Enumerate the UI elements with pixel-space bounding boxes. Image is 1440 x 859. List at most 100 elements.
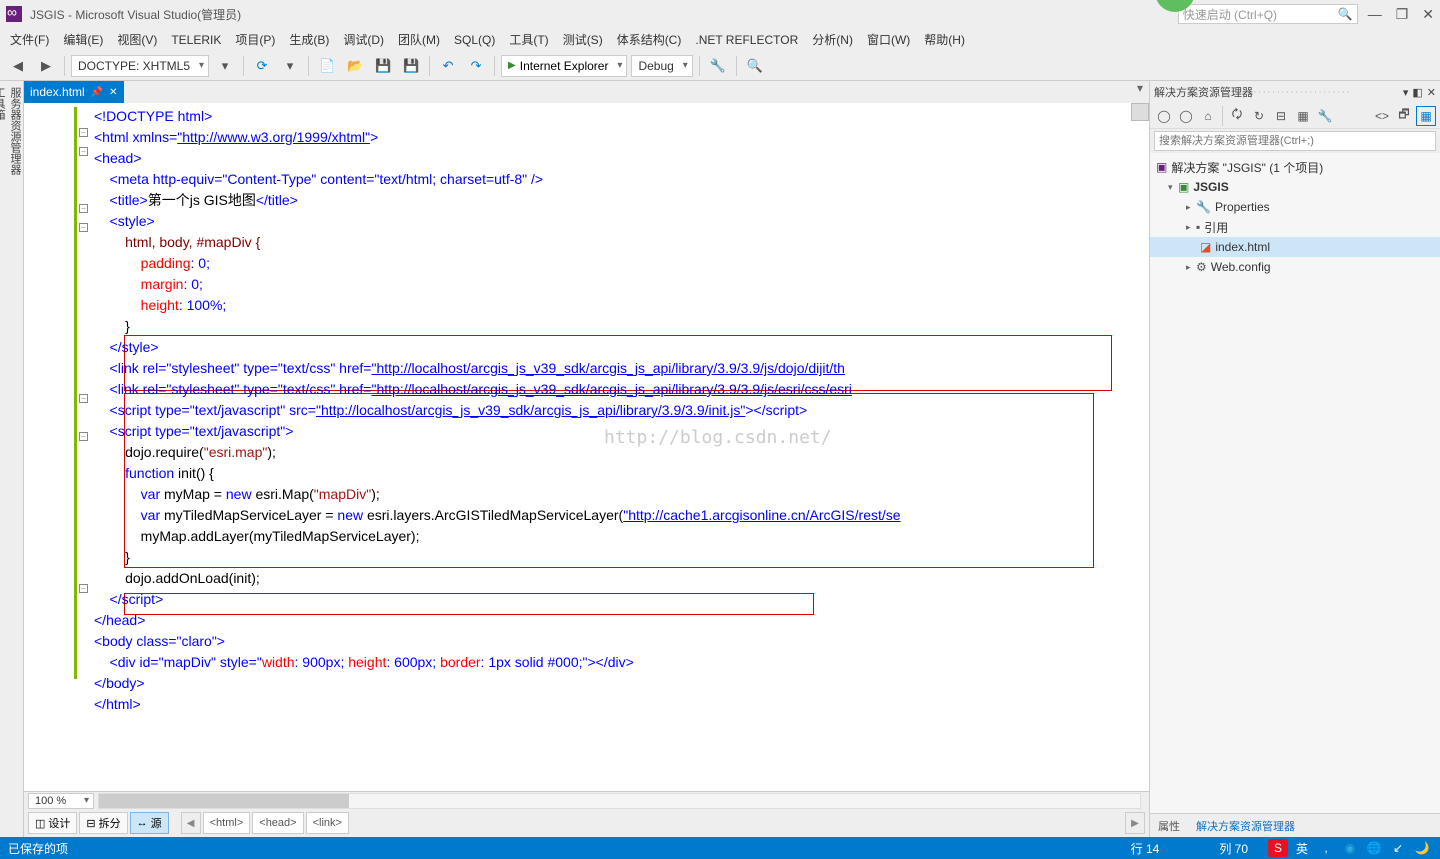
stop-button[interactable]: ▾	[278, 55, 302, 77]
status-line: 行 14	[1131, 840, 1160, 857]
source-view-button[interactable]: ↔ 源	[130, 812, 169, 834]
start-debug-button[interactable]: Internet Explorer	[501, 55, 627, 77]
search-icon: 🔍	[1338, 7, 1353, 21]
tool-a-button[interactable]: 🔧	[706, 55, 730, 77]
tray-icon-e[interactable]: 🌙	[1412, 839, 1432, 857]
menu-project[interactable]: 项目(P)	[235, 31, 275, 48]
menu-test[interactable]: 测试(S)	[563, 31, 603, 48]
pin-icon[interactable]: 📌	[91, 87, 103, 98]
project-node[interactable]: ▾▣JSGIS	[1150, 177, 1440, 197]
save-button[interactable]: 💾	[371, 55, 395, 77]
menu-tools[interactable]: 工具(T)	[509, 31, 548, 48]
panel-pin-button[interactable]: ◧	[1412, 86, 1422, 99]
code-content[interactable]: <!DOCTYPE html> <html xmlns="http://www.…	[24, 103, 1149, 791]
menu-architecture[interactable]: 体系结构(C)	[617, 31, 682, 48]
system-tray: S 英 , ◉ 🌐 ↙ 🌙	[1268, 839, 1432, 857]
breadcrumb-nav-right[interactable]: ▶	[1125, 812, 1145, 834]
toolbar: ◀ ▶ DOCTYPE: XHTML5 ▾ ⟳ ▾ 📄 📂 💾 💾 ↶ ↷ In…	[0, 51, 1440, 81]
tray-icon-a[interactable]: ,	[1316, 839, 1336, 857]
home-icon[interactable]: ⌂	[1198, 106, 1218, 126]
tree-item-index-html[interactable]: ◪index.html	[1150, 237, 1440, 257]
main-area: 服务器资源管理器 工具箱 index.html 📌 ✕ ▾ − − − − − …	[0, 81, 1440, 837]
save-all-button[interactable]: 💾	[399, 55, 423, 77]
window-buttons: ― ❐ ✕	[1368, 6, 1434, 23]
tab-label: index.html	[30, 85, 85, 99]
title-bar: JSGIS - Microsoft Visual Studio(管理员) 快速启…	[0, 0, 1440, 28]
collapse-icon[interactable]: ⊟	[1271, 106, 1291, 126]
server-explorer-tab[interactable]: 服务器资源管理器	[7, 87, 23, 827]
refresh-icon[interactable]: ↻	[1249, 106, 1269, 126]
tree-item-references[interactable]: ▸▪引用	[1150, 217, 1440, 237]
quick-launch-input[interactable]: 快速启动 (Ctrl+Q) 🔍	[1178, 4, 1358, 24]
toolbox-tab[interactable]: 工具箱	[0, 87, 7, 827]
undo-button[interactable]: ↶	[436, 55, 460, 77]
menu-view[interactable]: 视图(V)	[117, 31, 157, 48]
horizontal-scrollbar[interactable]	[98, 793, 1141, 809]
maximize-button[interactable]: ❐	[1396, 6, 1409, 23]
config-combo[interactable]: Debug	[631, 55, 692, 77]
redo-button[interactable]: ↷	[464, 55, 488, 77]
validate-button[interactable]: ▾	[213, 55, 237, 77]
menu-edit[interactable]: 编辑(E)	[63, 31, 103, 48]
view-icon[interactable]: 🗗	[1394, 106, 1414, 126]
tray-icon-c[interactable]: 🌐	[1364, 839, 1384, 857]
menu-build[interactable]: 生成(B)	[289, 31, 329, 48]
properties-icon[interactable]: 🔧	[1315, 106, 1335, 126]
forward-icon[interactable]: ◯	[1176, 106, 1196, 126]
tab-close-icon[interactable]: ✕	[109, 87, 117, 98]
menu-reflector[interactable]: .NET REFLECTOR	[695, 33, 798, 47]
menu-window[interactable]: 窗口(W)	[867, 31, 910, 48]
back-button[interactable]: ◀	[6, 55, 30, 77]
tool-b-button[interactable]: 🔍	[743, 55, 767, 77]
menu-bar: 文件(F) 编辑(E) 视图(V) TELERIK 项目(P) 生成(B) 调试…	[0, 28, 1440, 51]
menu-file[interactable]: 文件(F)	[10, 31, 49, 48]
lang-icon[interactable]: 英	[1292, 839, 1312, 857]
tab-properties[interactable]: 属性	[1150, 814, 1188, 837]
menu-sql[interactable]: SQL(Q)	[454, 33, 495, 47]
doctype-combo[interactable]: DOCTYPE: XHTML5	[71, 55, 209, 77]
zoom-combo[interactable]: 100 %	[28, 793, 94, 809]
solution-search-input[interactable]	[1154, 131, 1436, 151]
breadcrumb-html[interactable]: <html>	[203, 812, 251, 834]
menu-telerik[interactable]: TELERIK	[171, 33, 221, 47]
split-view-button[interactable]: ⊟ 拆分	[79, 812, 127, 834]
panel-dropdown-button[interactable]: ▾	[1403, 86, 1409, 99]
minimize-button[interactable]: ―	[1368, 6, 1382, 23]
breadcrumb-nav-left[interactable]: ◀	[181, 812, 201, 834]
menu-team[interactable]: 团队(M)	[398, 31, 440, 48]
design-view-button[interactable]: ◫ 设计	[28, 812, 77, 834]
menu-analyze[interactable]: 分析(N)	[812, 31, 853, 48]
forward-button[interactable]: ▶	[34, 55, 58, 77]
breadcrumb-head[interactable]: <head>	[252, 812, 303, 834]
code-editor[interactable]: − − − − − − − http://blog.csdn.net/ <!DO…	[24, 103, 1149, 791]
tabs-overflow-button[interactable]: ▾	[1131, 81, 1149, 103]
solution-tree[interactable]: ▣解决方案 "JSGIS" (1 个项目) ▾▣JSGIS ▸🔧Properti…	[1150, 153, 1440, 813]
tree-item-webconfig[interactable]: ▸⚙Web.config	[1150, 257, 1440, 277]
sync-icon[interactable]: 🗘	[1227, 106, 1247, 126]
status-col: 列 70	[1219, 840, 1248, 857]
editor-bottom-bar: 100 % ◫ 设计 ⊟ 拆分 ↔ 源 ◀ <html> <head> <lin…	[24, 791, 1149, 837]
open-button[interactable]: 📂	[343, 55, 367, 77]
editor-area: index.html 📌 ✕ ▾ − − − − − − − http://bl…	[24, 81, 1150, 837]
preview-icon[interactable]: ▦	[1416, 106, 1436, 126]
new-item-button[interactable]: 📄	[315, 55, 339, 77]
ime-icon[interactable]: S	[1268, 839, 1288, 857]
back-icon[interactable]: ◯	[1154, 106, 1174, 126]
close-button[interactable]: ✕	[1422, 6, 1434, 23]
quick-launch-placeholder: 快速启动 (Ctrl+Q)	[1183, 6, 1277, 23]
show-all-icon[interactable]: ▦	[1293, 106, 1313, 126]
tray-icon-d[interactable]: ↙	[1388, 839, 1408, 857]
panel-title: 解决方案资源管理器	[1154, 84, 1253, 100]
refresh-button[interactable]: ⟳	[250, 55, 274, 77]
solution-node[interactable]: ▣解决方案 "JSGIS" (1 个项目)	[1150, 157, 1440, 177]
menu-help[interactable]: 帮助(H)	[924, 31, 965, 48]
breadcrumb-link[interactable]: <link>	[306, 812, 349, 834]
tree-item-properties[interactable]: ▸🔧Properties	[1150, 197, 1440, 217]
menu-debug[interactable]: 调试(D)	[343, 31, 384, 48]
right-panel-tabs: 属性 解决方案资源管理器	[1150, 813, 1440, 837]
tab-index-html[interactable]: index.html 📌 ✕	[24, 81, 124, 103]
tray-icon-b[interactable]: ◉	[1340, 839, 1360, 857]
panel-close-button[interactable]: ✕	[1427, 86, 1436, 99]
tab-solution-explorer[interactable]: 解决方案资源管理器	[1188, 814, 1303, 837]
code-icon[interactable]: <>	[1372, 106, 1392, 126]
